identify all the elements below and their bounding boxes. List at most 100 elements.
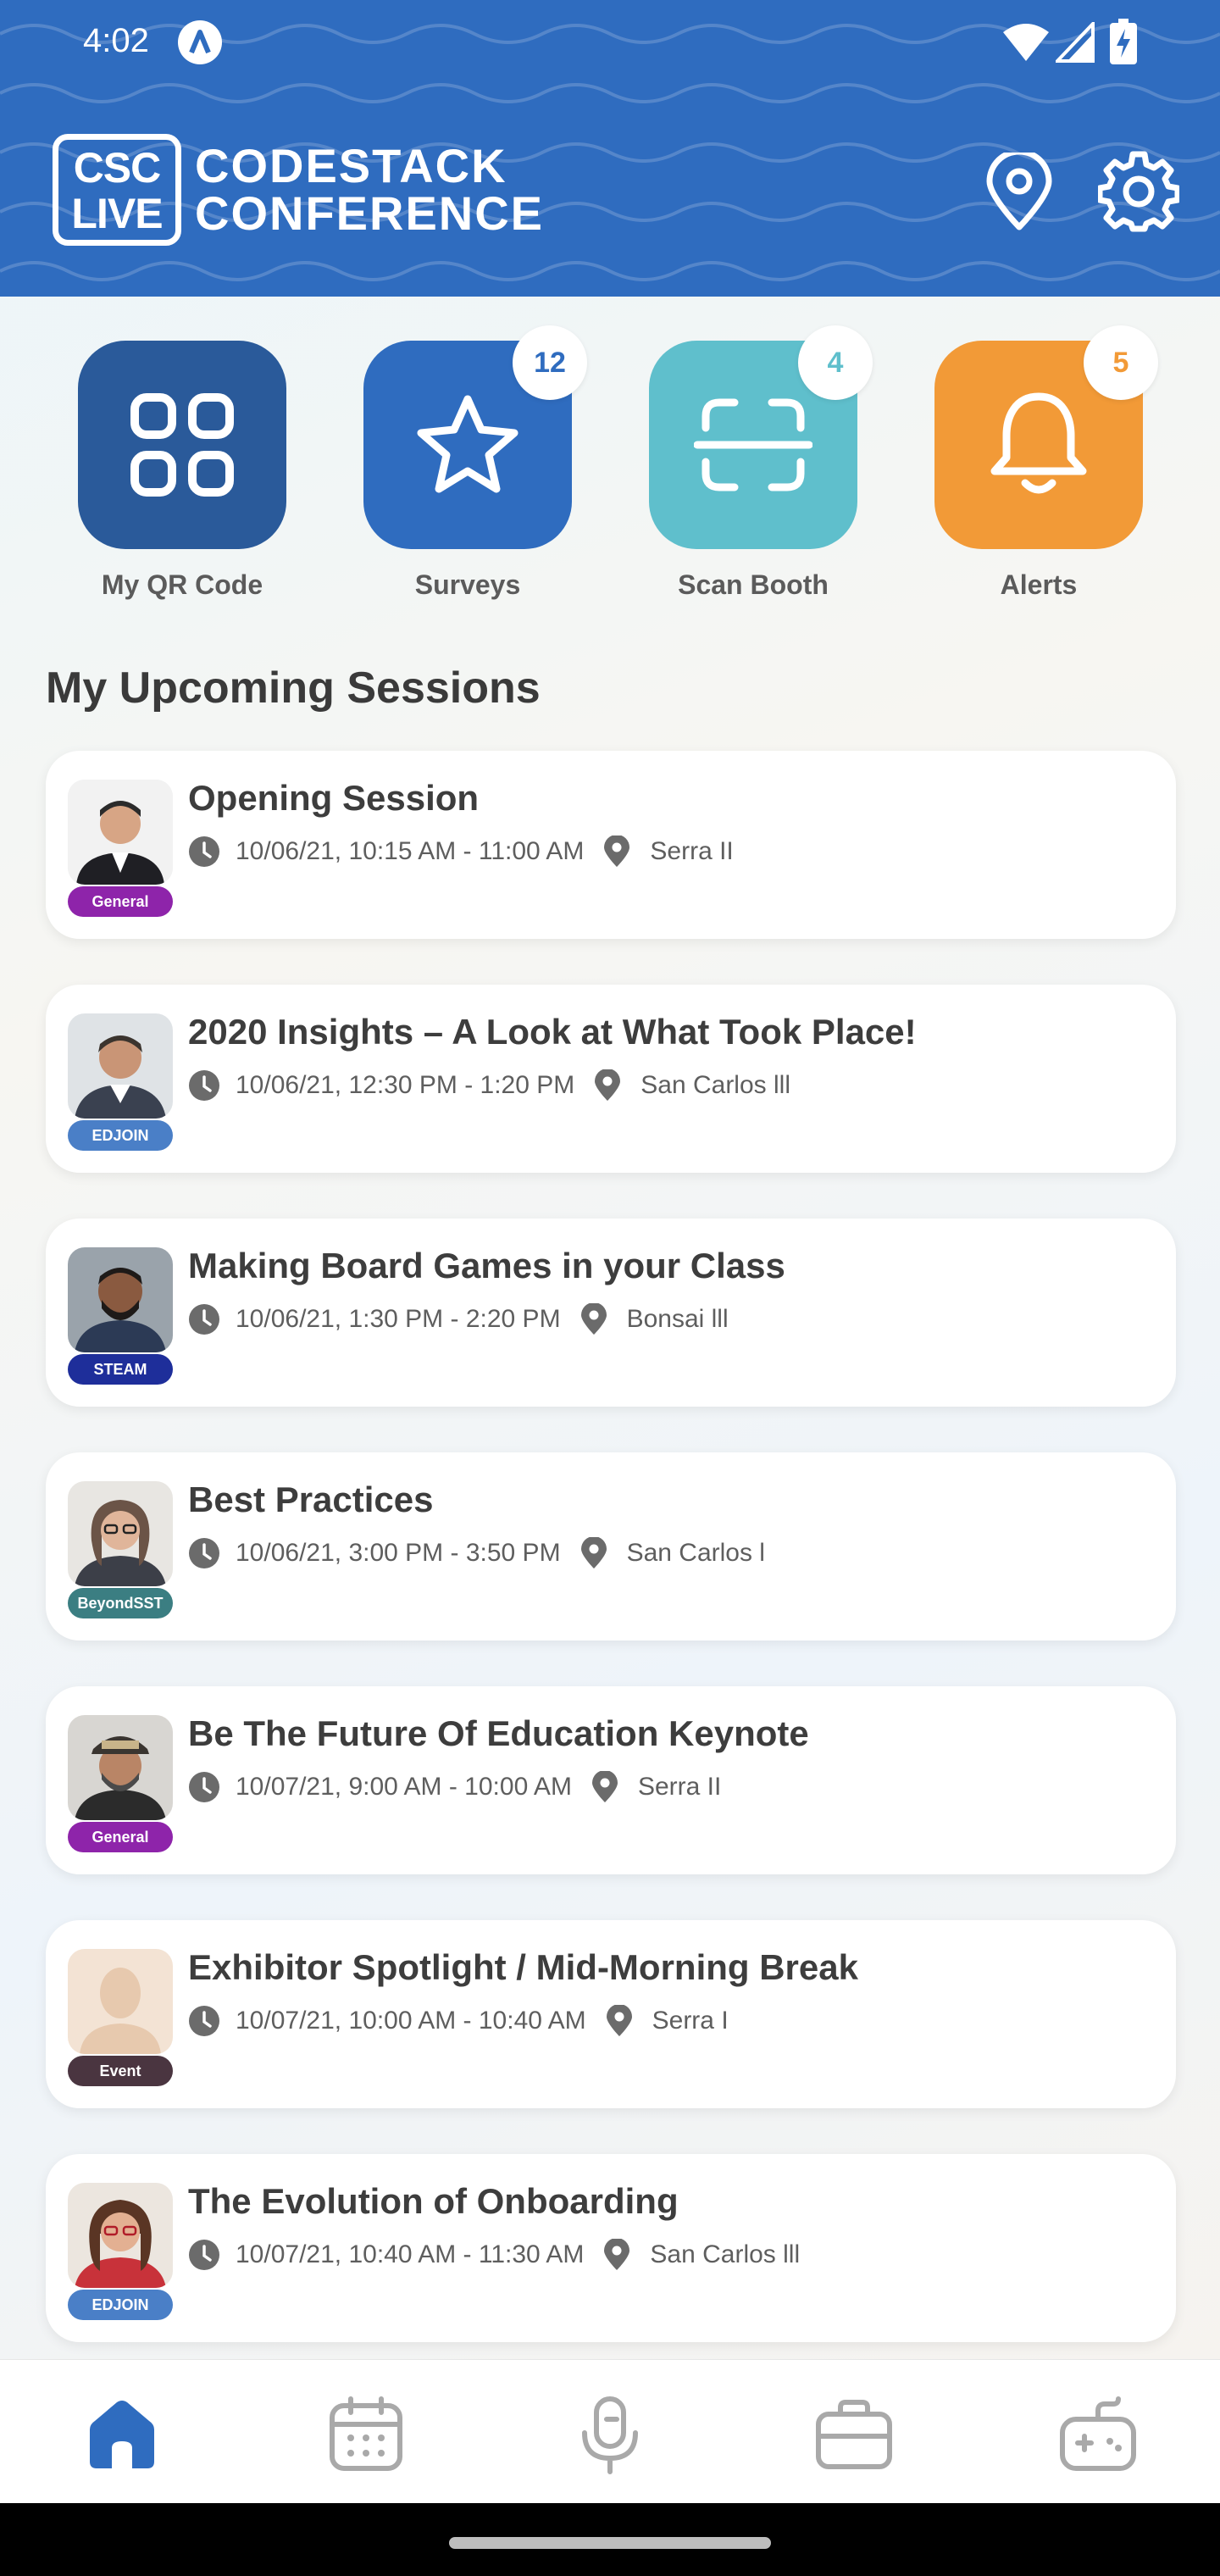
alerts-tile[interactable]: 5: [934, 325, 1158, 549]
home-gesture-handle[interactable]: [449, 2537, 771, 2549]
session-room: San Carlos l: [626, 1539, 765, 1567]
session-time: 10/06/21, 1:30 PM - 2:20 PM: [236, 1305, 561, 1333]
session-meta: 10/06/21, 1:30 PM - 2:20 PM Bonsai lll: [188, 1303, 729, 1335]
session-track-tag: Event: [68, 2056, 173, 2086]
location-pin-icon: [580, 1537, 607, 1568]
session-meta: 10/06/21, 3:00 PM - 3:50 PM San Carlos l: [188, 1537, 765, 1569]
surveys-count-badge: 12: [513, 325, 587, 400]
session-meta: 10/06/21, 10:15 AM - 11:00 AM Serra II: [188, 836, 734, 868]
scan-booth-tile[interactable]: 4: [649, 325, 873, 549]
location-pin-icon: [606, 2005, 632, 2036]
logo-badge-top: CSC: [73, 144, 162, 192]
quick-action-my-qr-code[interactable]: My QR Code: [78, 341, 286, 601]
session-time: 10/07/21, 9:00 AM - 10:00 AM: [236, 1773, 572, 1801]
session-room: San Carlos lll: [640, 1071, 790, 1099]
session-title: 2020 Insights – A Look at What Took Plac…: [188, 1012, 917, 1052]
conference-logo-badge: CSC LIVE: [53, 134, 181, 246]
clock-icon: [189, 836, 219, 867]
speaker-avatar: [68, 2183, 173, 2288]
session-time: 10/07/21, 10:00 AM - 10:40 AM: [236, 2007, 586, 2035]
speaker-avatar: [68, 780, 173, 885]
session-room: Serra II: [650, 837, 734, 865]
location-pin-icon: [604, 836, 630, 867]
conference-logo-text: CODESTACK CONFERENCE: [195, 142, 544, 237]
session-time: 10/06/21, 10:15 AM - 11:00 AM: [236, 837, 585, 865]
gamepad-icon[interactable]: [1057, 2394, 1139, 2475]
session-card[interactable]: STEAM Making Board Games in your Class 1…: [46, 1219, 1176, 1407]
session-card[interactable]: General Be The Future Of Education Keyno…: [46, 1686, 1176, 1874]
surveys-tile[interactable]: 12: [363, 325, 587, 549]
status-bar: 4:02: [0, 0, 1220, 85]
clock-icon: [189, 1772, 219, 1802]
session-track-tag: STEAM: [68, 1354, 173, 1385]
session-time: 10/07/21, 10:40 AM - 11:30 AM: [236, 2240, 585, 2268]
session-time: 10/06/21, 3:00 PM - 3:50 PM: [236, 1539, 561, 1567]
clock-icon: [189, 1538, 219, 1568]
qr-code-tile[interactable]: [78, 341, 286, 549]
qr-grid-icon: [130, 393, 234, 497]
quick-action-label: My QR Code: [101, 569, 263, 600]
clock-icon: [189, 2240, 219, 2270]
location-pin-icon: [595, 1069, 621, 1101]
bell-icon: [990, 392, 1087, 494]
speaker-avatar: [68, 1481, 173, 1586]
session-meta: 10/07/21, 10:00 AM - 10:40 AM Serra I: [188, 2005, 729, 2037]
session-room: Serra II: [637, 1773, 722, 1801]
clock-icon: [189, 2006, 219, 2036]
quick-action-scan-booth[interactable]: 4 Scan Booth: [649, 325, 873, 601]
logo-badge-bottom: LIVE: [71, 190, 163, 237]
microphone-icon[interactable]: [569, 2394, 651, 2475]
speaker-avatar: [68, 1715, 173, 1820]
session-track-tag: EDJOIN: [68, 1120, 173, 1151]
star-icon: [417, 395, 518, 493]
system-gesture-bar: [0, 2503, 1220, 2576]
briefcase-icon[interactable]: [813, 2394, 895, 2475]
session-card[interactable]: Event Exhibitor Spotlight / Mid-Morning …: [46, 1920, 1176, 2108]
quick-action-label: Surveys: [414, 569, 521, 600]
session-card[interactable]: BeyondSST Best Practices 10/06/21, 3:00 …: [46, 1452, 1176, 1641]
session-room: Serra I: [652, 2007, 729, 2035]
session-room: Bonsai lll: [626, 1305, 729, 1333]
clock-icon: [189, 1304, 219, 1335]
logo-line-2: CONFERENCE: [195, 186, 545, 240]
battery-charging-icon: [1110, 19, 1137, 64]
location-pin-icon[interactable]: [983, 153, 1056, 230]
quick-action-label: Alerts: [1000, 569, 1078, 600]
session-title: Exhibitor Spotlight / Mid-Morning Break: [188, 1947, 858, 1987]
clock-icon: [189, 1070, 219, 1101]
settings-gear-icon[interactable]: [1098, 151, 1179, 232]
speaker-avatar: [68, 1013, 173, 1119]
app-header: 4:02 CSC LIVE CODESTACK CONFERENCE: [0, 0, 1220, 297]
session-card[interactable]: EDJOIN The Evolution of Onboarding 10/07…: [46, 2154, 1176, 2342]
bottom-navigation: [0, 2359, 1220, 2503]
session-meta: 10/07/21, 9:00 AM - 10:00 AM Serra II: [188, 1771, 721, 1803]
session-track-tag: EDJOIN: [68, 2290, 173, 2320]
status-time: 4:02: [83, 22, 149, 59]
app-notification-icon: [178, 20, 222, 64]
location-pin-icon: [604, 2239, 630, 2270]
session-title: Opening Session: [188, 778, 480, 818]
quick-action-surveys[interactable]: 12 Surveys: [363, 325, 587, 601]
session-meta: 10/07/21, 10:40 AM - 11:30 AM San Carlos…: [188, 2239, 800, 2271]
home-icon[interactable]: [81, 2394, 163, 2475]
session-track-tag: BeyondSST: [68, 1588, 173, 1618]
session-meta: 10/06/21, 12:30 PM - 1:20 PM San Carlos …: [188, 1069, 790, 1102]
section-title: My Upcoming Sessions: [46, 663, 541, 713]
quick-action-alerts[interactable]: 5 Alerts: [934, 325, 1158, 601]
session-time: 10/06/21, 12:30 PM - 1:20 PM: [236, 1071, 575, 1099]
logo-line-1: CODESTACK: [195, 139, 507, 192]
session-title: The Evolution of Onboarding: [188, 2181, 679, 2221]
quick-action-label: Scan Booth: [678, 569, 829, 600]
session-room: San Carlos lll: [650, 2240, 801, 2268]
calendar-icon[interactable]: [325, 2394, 407, 2475]
scan-icon: [694, 398, 812, 491]
location-pin-icon: [591, 1771, 618, 1802]
session-card[interactable]: General Opening Session 10/06/21, 10:15 …: [46, 751, 1176, 939]
session-title: Making Board Games in your Class: [188, 1246, 785, 1285]
wifi-icon: [1003, 24, 1049, 61]
alerts-count-badge: 5: [1084, 325, 1158, 400]
session-card[interactable]: EDJOIN 2020 Insights – A Look at What To…: [46, 985, 1176, 1173]
session-track-tag: General: [68, 1822, 173, 1852]
signal-icon: [1056, 22, 1095, 63]
session-title: Best Practices: [188, 1480, 434, 1519]
